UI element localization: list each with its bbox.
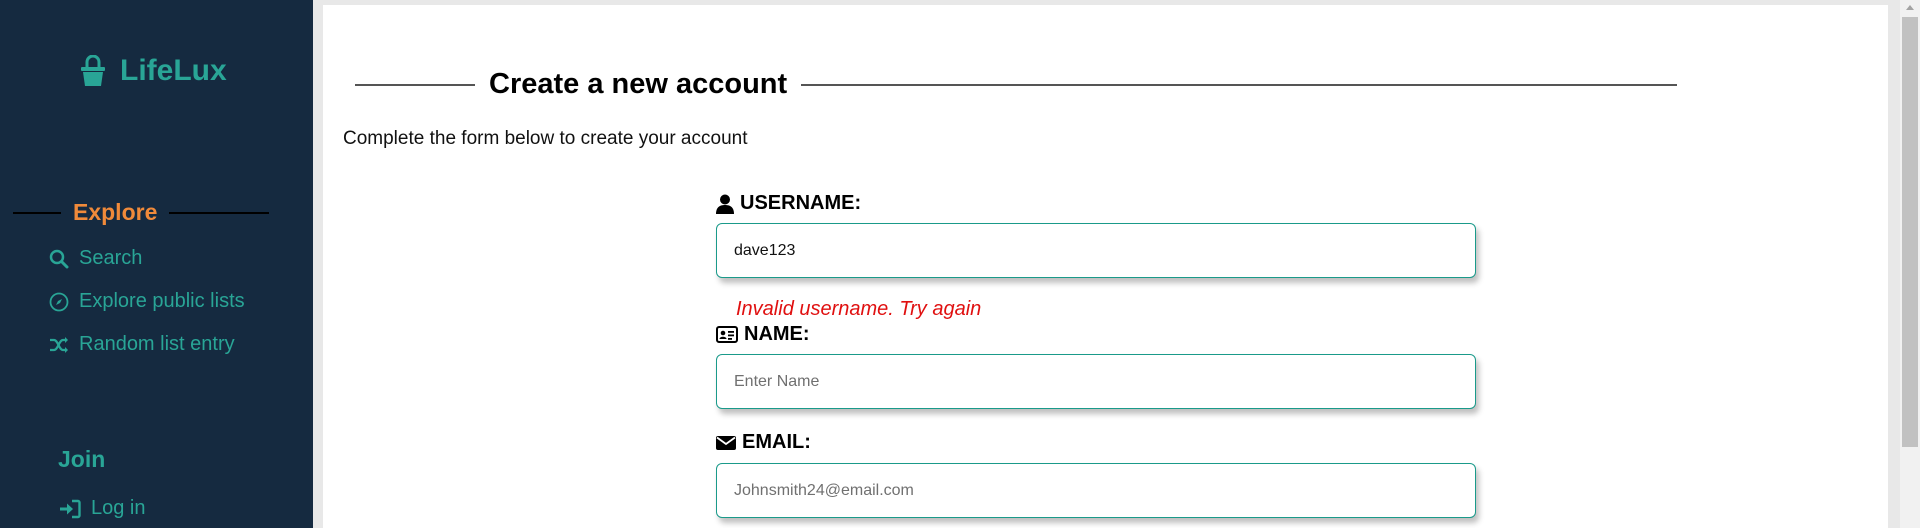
sidebar-item-label: Random list entry [79,333,235,355]
sidebar-item-log-in[interactable]: Log in [59,497,146,520]
divider [355,83,475,86]
envelope-icon [716,435,736,451]
brand-logo[interactable]: LifeLux [80,54,227,88]
explore-heading: Explore [13,199,269,226]
vertical-scrollbar[interactable] [1900,0,1920,528]
sidebar-item-label: Explore public lists [79,290,245,312]
sign-in-icon [59,499,81,519]
scrollbar-thumb[interactable] [1902,17,1918,447]
search-icon [49,249,69,269]
sidebar-item-explore-public-lists[interactable]: Explore public lists [49,290,245,313]
compass-icon [49,292,69,312]
sidebar-item-random-list-entry[interactable]: Random list entry [49,333,235,356]
sidebar-item-label: Search [79,247,143,269]
sidebar-item-search[interactable]: Search [49,247,142,270]
page-title: Create a new account [489,68,788,100]
divider [801,83,1677,86]
name-label: NAME: [716,323,810,346]
email-label-text: EMAIL: [742,431,811,453]
scroll-up-arrow-icon[interactable] [1906,5,1914,10]
name-input[interactable] [716,354,1476,409]
page-subtitle: Complete the form below to create your a… [343,128,748,149]
email-label: EMAIL: [716,431,811,454]
page-title-row: Create a new account [355,68,1677,101]
divider [13,211,61,214]
email-input[interactable] [716,463,1476,518]
divider [169,211,269,214]
username-label-text: USERNAME: [740,192,862,214]
user-icon [716,194,734,214]
sidebar: LifeLux Explore Search Explore public li… [0,0,313,528]
brand-name: LifeLux [120,54,227,87]
join-heading: Join [58,446,106,472]
name-label-text: NAME: [744,323,810,345]
username-label: USERNAME: [716,192,861,215]
username-error-message: Invalid username. Try again [736,298,982,320]
shuffle-icon [49,336,69,354]
sidebar-item-label: Log in [91,497,146,519]
explore-heading-label: Explore [73,199,158,225]
basket-icon [80,55,106,87]
username-input[interactable] [716,223,1476,278]
id-card-icon [716,326,738,343]
